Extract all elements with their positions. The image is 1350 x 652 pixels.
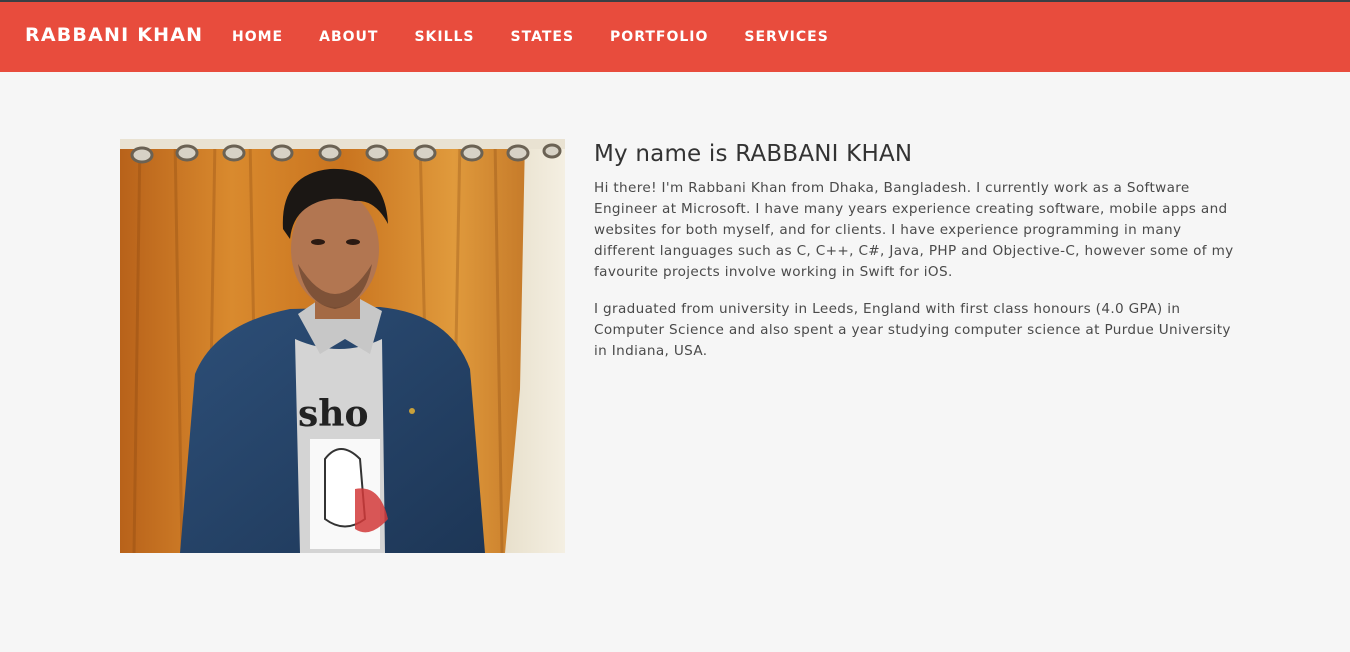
nav-item-home: HOME: [214, 26, 301, 48]
nav-link-home[interactable]: HOME: [214, 26, 301, 48]
brand-logo[interactable]: RABBANI KHAN: [25, 24, 203, 46]
nav-menu: HOME ABOUT SKILLS STATES PORTFOLIO SERVI…: [214, 26, 847, 48]
nav-link-about[interactable]: ABOUT: [301, 26, 396, 48]
about-section: My name is RABBANI KHAN Hi there! I'm Ra…: [594, 140, 1234, 378]
nav-link-states[interactable]: STATES: [493, 26, 593, 48]
navbar: RABBANI KHAN HOME ABOUT SKILLS STATES PO…: [0, 2, 1350, 72]
nav-link-services[interactable]: SERVICES: [726, 26, 846, 48]
nav-item-skills: SKILLS: [396, 26, 492, 48]
nav-item-services: SERVICES: [726, 26, 846, 48]
about-paragraph-1: Hi there! I'm Rabbani Khan from Dhaka, B…: [594, 180, 1234, 280]
nav-item-states: STATES: [493, 26, 593, 48]
about-heading: My name is RABBANI KHAN: [594, 141, 913, 167]
tshirt-print-text: sho: [298, 393, 368, 435]
nav-link-skills[interactable]: SKILLS: [396, 26, 492, 48]
nav-link-portfolio[interactable]: PORTFOLIO: [592, 26, 726, 48]
nav-item-about: ABOUT: [301, 26, 396, 48]
nav-item-portfolio: PORTFOLIO: [592, 26, 726, 48]
about-paragraph-2: I graduated from university in Leeds, En…: [594, 301, 1231, 359]
profile-photo: sho: [120, 139, 565, 553]
